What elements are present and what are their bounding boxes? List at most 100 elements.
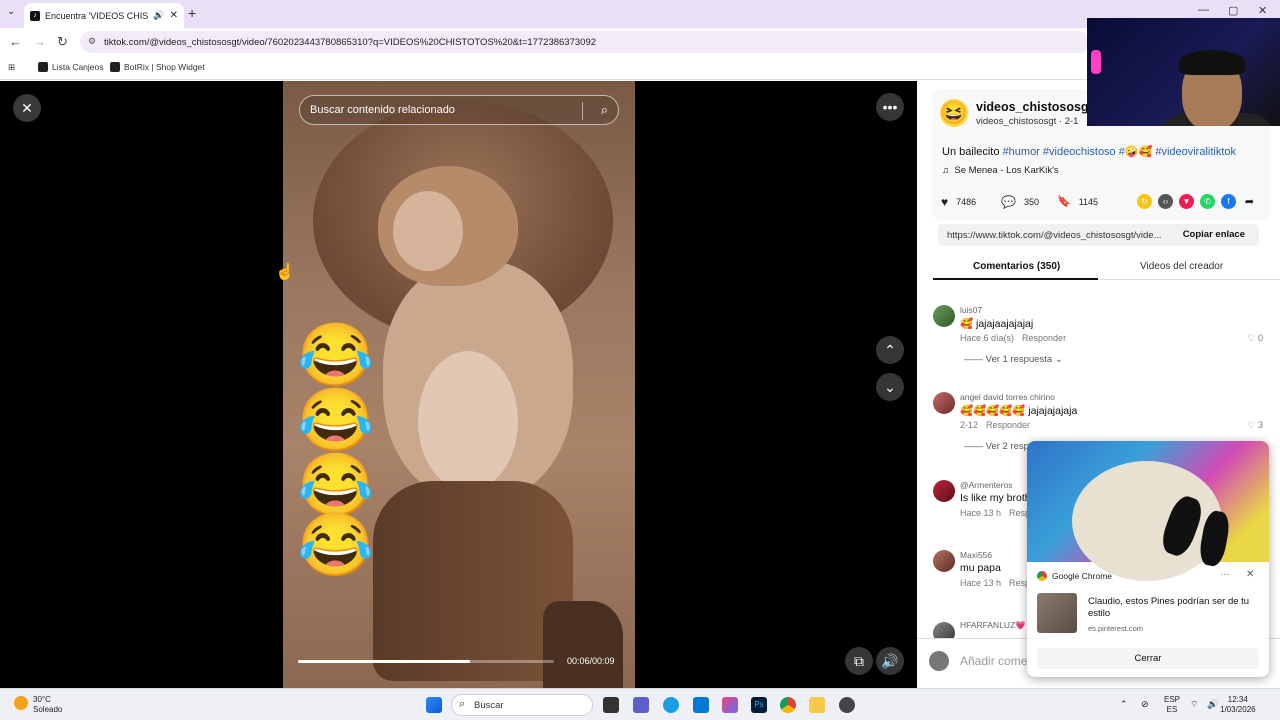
comment-text: 🥰🥰🥰🥰🥰 jajajajajaja	[960, 405, 1078, 417]
copilot-icon[interactable]	[722, 697, 738, 713]
hashtag-link[interactable]: #🤪🥰	[1119, 146, 1153, 158]
more-options-icon[interactable]: •••	[876, 93, 904, 121]
creator-subline: videos_chistososgt · 2-1	[976, 116, 1079, 127]
comment-user[interactable]: luis07	[960, 305, 982, 315]
comment-avatar[interactable]	[933, 305, 955, 327]
store-icon[interactable]	[693, 697, 709, 713]
speaker-icon[interactable]: 🔊	[153, 10, 164, 21]
comment-avatar[interactable]	[933, 480, 955, 502]
send-icon[interactable]: ▼	[1179, 194, 1194, 209]
tab-title: Encuentra 'VIDEOS CHISTO	[45, 10, 149, 21]
teams-icon[interactable]	[633, 697, 649, 713]
notification-message: Claudio, estos Pines podrían ser de tu e…	[1088, 596, 1250, 619]
bookmark-label: Lista Canjeos	[52, 62, 104, 72]
comment-avatar[interactable]	[933, 550, 955, 572]
clock[interactable]: 12:34 1/03/2026	[1220, 695, 1256, 715]
browser-tab[interactable]: ♪ Encuentra 'VIDEOS CHISTO 🔊 ✕	[24, 3, 184, 28]
forward-icon[interactable]: →	[33, 34, 46, 49]
comment-user[interactable]: Maxi556	[960, 550, 992, 560]
bookmark-icon	[110, 62, 120, 72]
search-placeholder: Buscar contenido relacionado	[310, 104, 455, 116]
webcam-overlay	[1087, 18, 1280, 126]
video-time: 00:06/00:09	[567, 656, 615, 666]
reply-button[interactable]: Responder	[1022, 333, 1066, 343]
like-button[interactable]: ♥ 7486	[941, 195, 976, 209]
photoshop-icon[interactable]: Ps	[751, 697, 767, 713]
comment-user[interactable]: @Armenteros	[960, 480, 1013, 490]
network-icon[interactable]: ⌔	[1190, 699, 1198, 709]
notification-close-icon[interactable]: ✕	[1246, 569, 1254, 580]
video-player[interactable]: 😂 😂 😂 😂	[283, 81, 635, 688]
share-link-box[interactable]: https://www.tiktok.com/@videos_chistosos…	[938, 224, 1259, 246]
comment-like-button[interactable]: ♡ 0	[1247, 333, 1263, 344]
maximize-icon[interactable]: ▢	[1228, 4, 1238, 17]
related-search-input[interactable]: Buscar contenido relacionado ⌕	[299, 95, 619, 125]
hashtag-link[interactable]: #videochistoso	[1043, 146, 1116, 158]
save-button[interactable]: 🔖 1145	[1057, 195, 1098, 208]
picture-in-picture-icon[interactable]: ⧉	[845, 647, 873, 675]
comment-user[interactable]: HFARFANLUZ💗	[960, 620, 1026, 631]
task-view-icon[interactable]	[603, 697, 619, 713]
view-replies-button[interactable]: —— Ver 2 resp	[964, 441, 1029, 452]
comment-text: Is like my broth	[960, 492, 1031, 504]
search-icon[interactable]: ⌕	[601, 102, 608, 118]
notification-close-button[interactable]: Cerrar	[1037, 648, 1259, 669]
sun-icon	[14, 696, 28, 710]
reply-button[interactable]: Responder	[986, 420, 1030, 430]
bookmark-lista-canjeos[interactable]: Lista Canjeos	[38, 62, 104, 72]
tab-comments[interactable]: Comentarios (350)	[973, 261, 1060, 272]
volume-icon[interactable]: 🔊	[876, 647, 904, 675]
add-comment-input[interactable]: Añadir come	[960, 654, 1027, 668]
creator-username[interactable]: videos_chistososgt	[976, 100, 1093, 114]
file-explorer-icon[interactable]	[809, 697, 825, 713]
progress-fill	[298, 660, 470, 663]
copy-link-button[interactable]: Copiar enlace	[1183, 229, 1245, 240]
chrome-notification[interactable]: Google Chrome ··· ✕ Claudio, estos Pines…	[1027, 441, 1269, 677]
notification-app: Google Chrome	[1052, 571, 1113, 581]
repost-icon[interactable]: ↻	[1137, 194, 1152, 209]
volume-tray-icon[interactable]: 🔊	[1207, 699, 1218, 709]
language-indicator[interactable]: ESP ES	[1164, 695, 1180, 715]
tab-creator-videos[interactable]: Videos del creador	[1140, 261, 1223, 272]
notification-image	[1027, 441, 1269, 581]
minimize-icon[interactable]: —	[1198, 4, 1209, 16]
view-replies-button[interactable]: —— Ver 1 respuesta ⌄	[964, 354, 1063, 365]
comment-like-button[interactable]: ♡ 3	[1247, 420, 1263, 431]
progress-bar[interactable]	[298, 660, 554, 663]
back-icon[interactable]: ←	[9, 34, 22, 49]
creator-avatar[interactable]: 😆	[940, 99, 968, 127]
whatsapp-icon[interactable]: ✆	[1200, 194, 1215, 209]
share-arrow-icon[interactable]: ➦	[1242, 194, 1257, 209]
mouse-cursor-icon: ☝	[275, 264, 295, 281]
comment-avatar[interactable]	[933, 392, 955, 414]
hashtag-link[interactable]: #humor	[1003, 146, 1040, 158]
app-icon[interactable]	[839, 697, 855, 713]
tray-app-icon[interactable]: ⊘	[1141, 699, 1149, 709]
apps-grid-icon[interactable]: ⊞	[8, 62, 15, 73]
address-bar[interactable]: ⚙ tiktok.com/@videos_chistososgt/video/7…	[80, 31, 1090, 53]
weather-text: Soleado	[33, 705, 63, 714]
embed-icon[interactable]: ‹›	[1158, 194, 1173, 209]
reload-icon[interactable]: ↻	[57, 34, 68, 50]
tray-chevron-icon[interactable]: ⌃	[1120, 699, 1128, 709]
bookmark-botrix[interactable]: BotRix | Shop Widget	[110, 62, 205, 72]
comment-user[interactable]: angel david torres chirino	[960, 392, 1055, 402]
hashtag-link[interactable]: #videoviralitiktok	[1155, 146, 1236, 158]
facebook-icon[interactable]: f	[1221, 194, 1236, 209]
close-window-icon[interactable]: ✕	[1258, 4, 1267, 17]
taskbar-search[interactable]: ⌕ Buscar	[451, 694, 593, 716]
url-text: tiktok.com/@videos_chistososgt/video/760…	[104, 36, 597, 48]
close-video-icon[interactable]: ✕	[13, 94, 41, 122]
tab-close-icon[interactable]: ✕	[170, 10, 178, 21]
next-video-icon[interactable]: ⌄	[876, 373, 904, 401]
comment-button[interactable]: 💬 350	[1001, 195, 1039, 209]
notification-more-icon[interactable]: ···	[1220, 569, 1230, 580]
new-tab-button[interactable]: +	[188, 5, 196, 21]
music-link[interactable]: ♫ Se Menea - Los KarKik's	[942, 165, 1059, 176]
edge-icon[interactable]	[663, 697, 679, 713]
chrome-taskbar-icon[interactable]	[780, 697, 796, 713]
site-info-icon[interactable]: ⚙	[88, 36, 96, 47]
tab-search-icon[interactable]: ⌄	[7, 6, 15, 17]
start-icon[interactable]	[426, 697, 442, 713]
previous-video-icon[interactable]: ⌃	[876, 336, 904, 364]
